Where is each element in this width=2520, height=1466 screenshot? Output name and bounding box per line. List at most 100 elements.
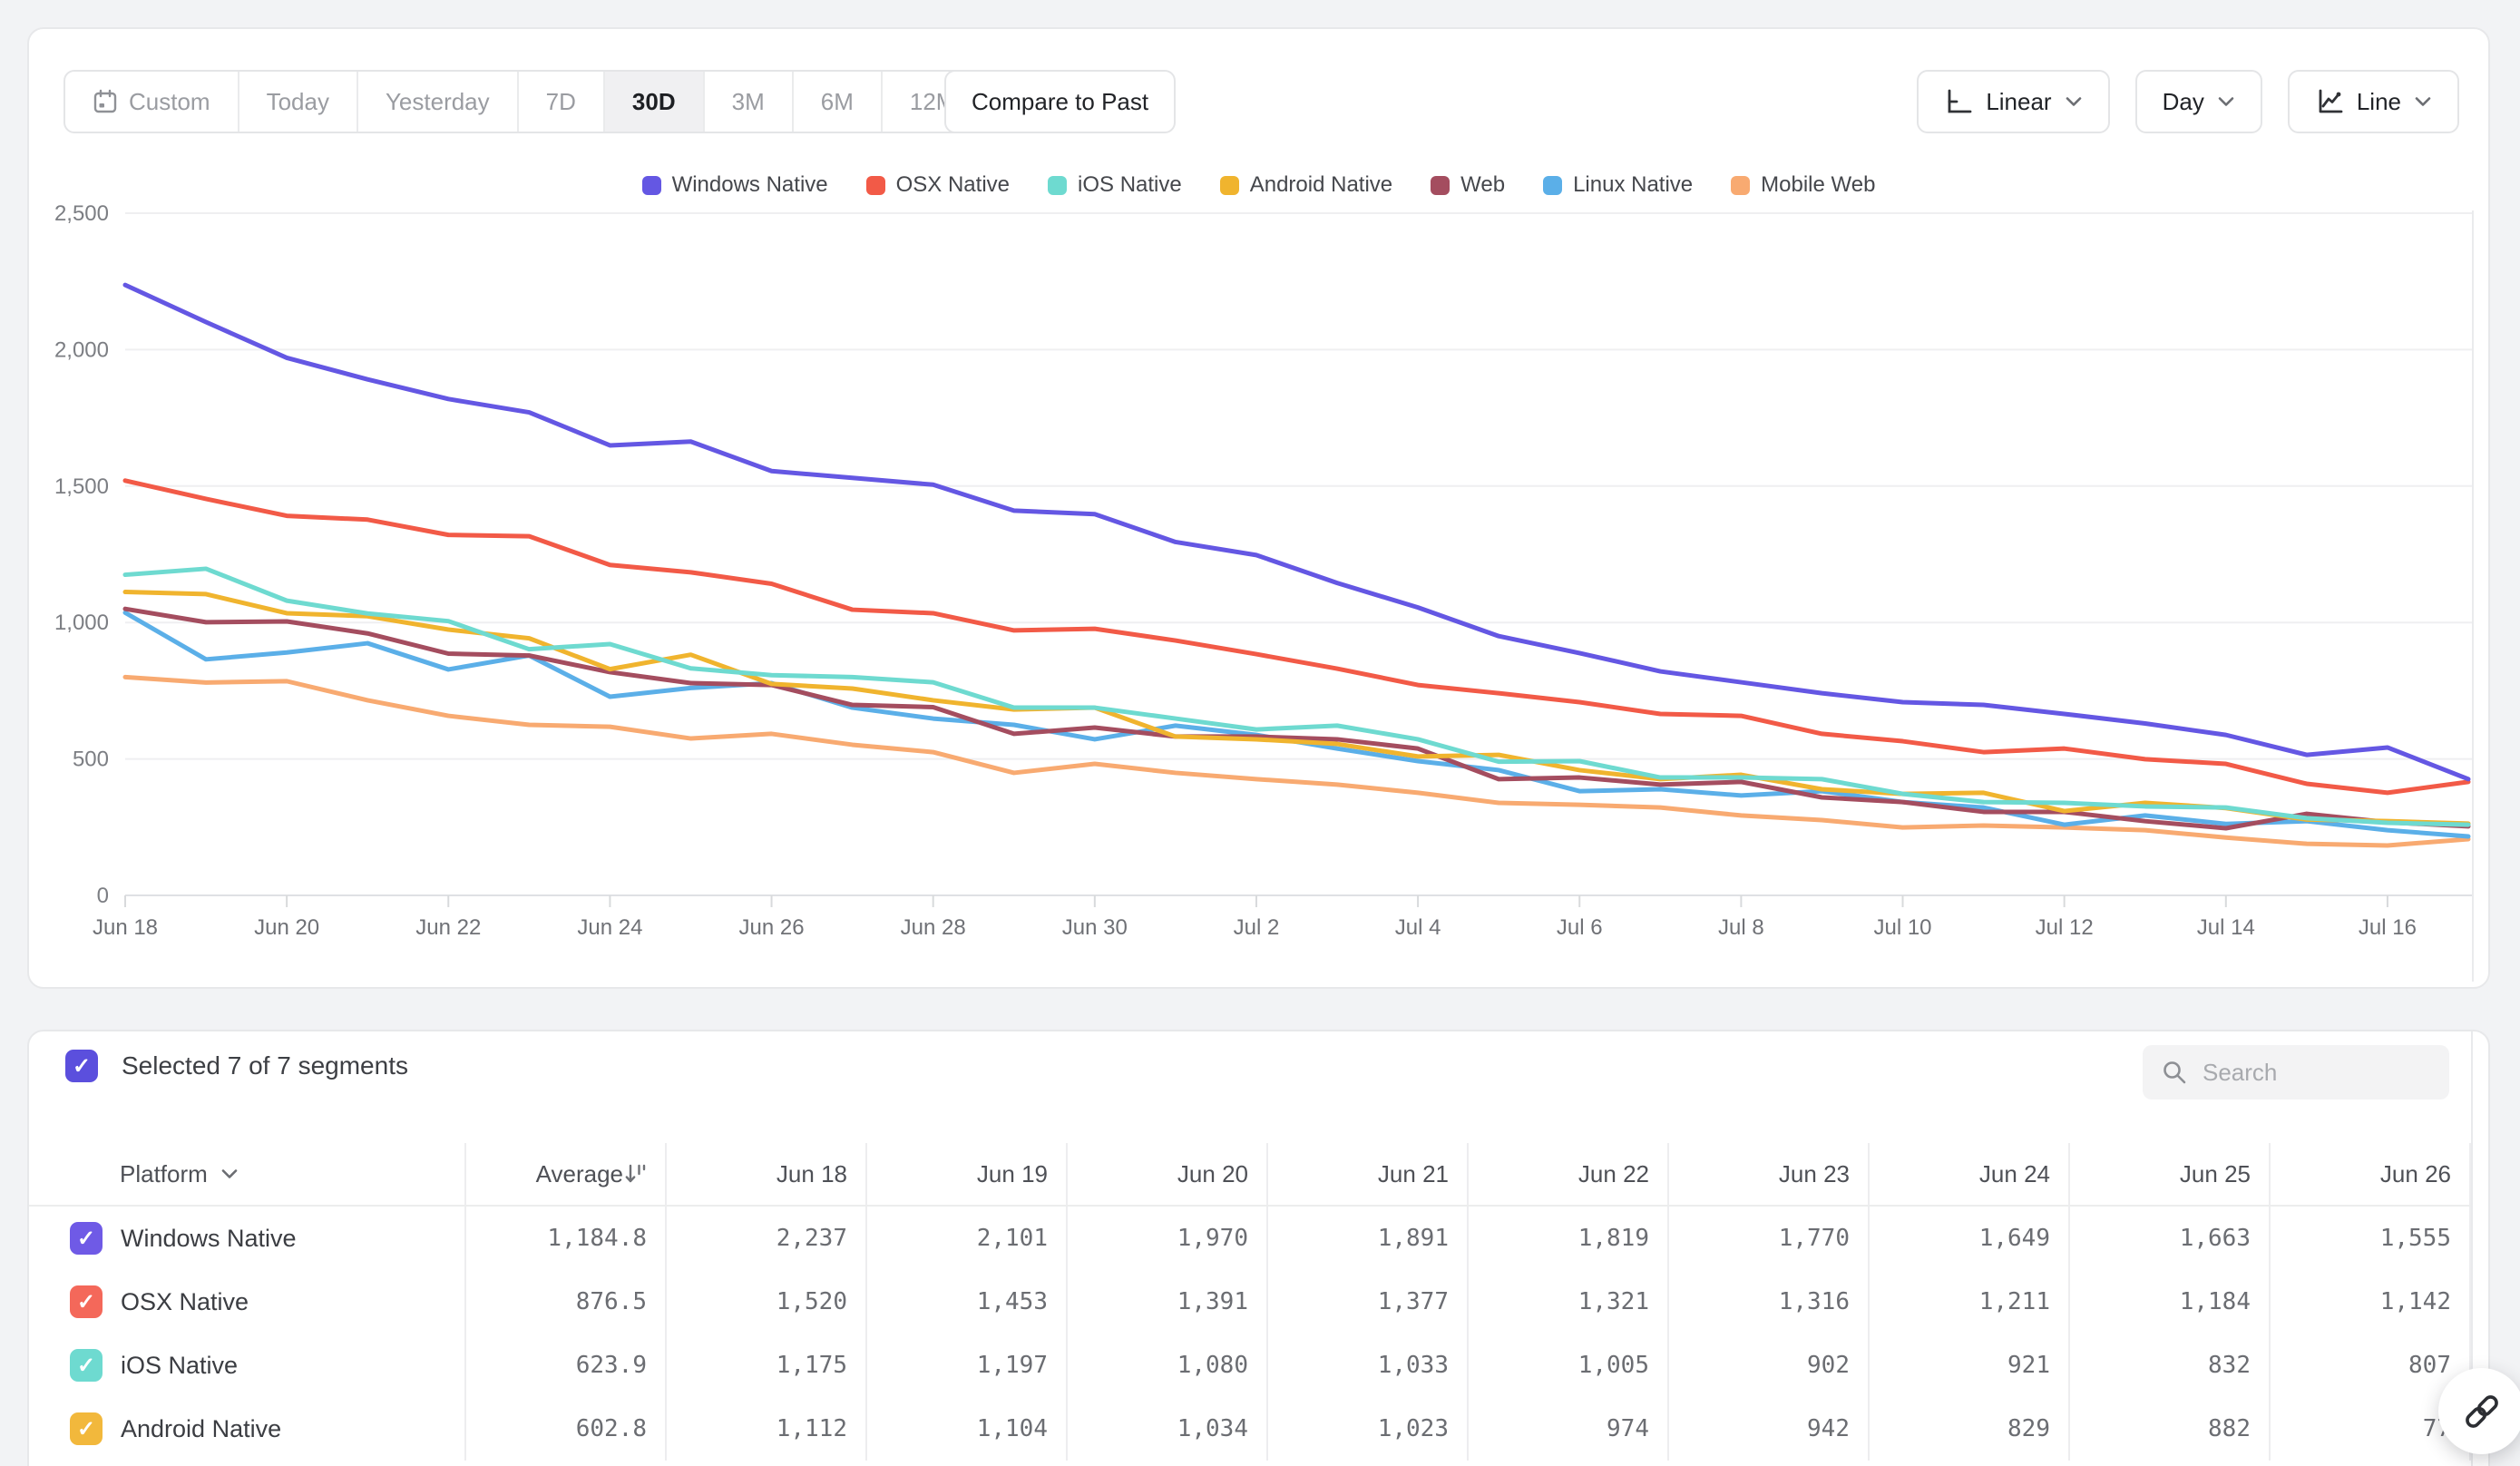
chevron-down-icon: [2217, 96, 2235, 107]
select-all-checkbox[interactable]: ✓: [65, 1050, 98, 1082]
range-button-today[interactable]: Today: [238, 72, 357, 132]
granularity-dropdown[interactable]: Day: [2135, 70, 2262, 133]
cell-value: 1,970: [1177, 1225, 1248, 1252]
column-header-jun-25[interactable]: Jun 25: [2070, 1143, 2271, 1205]
column-header-jun-24[interactable]: Jun 24: [1870, 1143, 2070, 1205]
link-icon: [2461, 1391, 2503, 1432]
range-button-yesterday[interactable]: Yesterday: [357, 72, 517, 132]
range-button-30d[interactable]: 30D: [603, 72, 703, 132]
chart-right-boundary: [2472, 210, 2474, 982]
chart-type-dropdown-label: Line: [2357, 88, 2401, 116]
legend-swatch-icon: [1048, 176, 1067, 195]
row-checkbox-ios-native[interactable]: ✓: [70, 1349, 103, 1382]
platform-cell: ✓ OSX Native: [29, 1270, 466, 1334]
legend-item-android-native[interactable]: Android Native: [1220, 172, 1392, 198]
search-box[interactable]: [2143, 1045, 2449, 1100]
range-button-6m[interactable]: 6M: [792, 72, 881, 132]
compare-to-past-label: Compare to Past: [972, 88, 1148, 116]
column-header-jun-21[interactable]: Jun 21: [1268, 1143, 1469, 1205]
legend-swatch-icon: [642, 176, 661, 195]
granularity-dropdown-label: Day: [2163, 88, 2204, 116]
legend-swatch-icon: [1731, 176, 1750, 195]
value-cell: 1,377: [1268, 1270, 1469, 1334]
legend-swatch-icon: [1220, 176, 1239, 195]
cell-value: 1,391: [1177, 1288, 1248, 1315]
column-header-jun-20[interactable]: Jun 20: [1068, 1143, 1268, 1205]
chart-type-dropdown[interactable]: Line: [2288, 70, 2459, 133]
column-header-label: Jun 20: [1177, 1160, 1248, 1188]
compare-to-past-button[interactable]: Compare to Past: [944, 70, 1176, 133]
column-header-label: Average: [536, 1160, 623, 1188]
value-cell: 974: [1469, 1397, 1669, 1461]
legend-item-web[interactable]: Web: [1431, 172, 1505, 198]
value-cell: 1,023: [1268, 1397, 1469, 1461]
cell-value: 1,891: [1378, 1225, 1449, 1252]
cell-value: 1,005: [1578, 1352, 1649, 1379]
cell-value: 1,142: [2380, 1288, 2451, 1315]
range-button-label: Custom: [129, 88, 210, 116]
legend-label: Android Native: [1250, 172, 1392, 198]
value-cell: 602.8: [466, 1397, 667, 1461]
y-axis-tick-label: 1,500: [54, 474, 109, 499]
cell-value: 1,033: [1378, 1352, 1449, 1379]
line-chart-icon: [2315, 87, 2344, 116]
legend-item-mobile-web[interactable]: Mobile Web: [1731, 172, 1875, 198]
range-button-3m[interactable]: 3M: [703, 72, 792, 132]
value-cell: 876.5: [466, 1270, 667, 1334]
cell-value: 942: [1807, 1415, 1850, 1442]
column-header-label: Jun 26: [2380, 1160, 2451, 1188]
column-header-jun-26[interactable]: Jun 26: [2271, 1143, 2471, 1205]
legend-item-linux-native[interactable]: Linux Native: [1543, 172, 1693, 198]
cell-value: 876.5: [576, 1288, 647, 1315]
legend-item-osx-native[interactable]: OSX Native: [866, 172, 1010, 198]
checkbox-check-icon: ✓: [73, 1053, 91, 1080]
cell-value: 1,211: [1979, 1288, 2050, 1315]
series-line-ios-native: [125, 569, 2468, 825]
series-line-windows-native: [125, 285, 2468, 779]
column-header-platform[interactable]: Platform: [29, 1143, 466, 1205]
column-header-jun-18[interactable]: Jun 18: [667, 1143, 867, 1205]
scale-dropdown-label: Linear: [1986, 88, 2051, 116]
legend-item-ios-native[interactable]: iOS Native: [1048, 172, 1182, 198]
share-link-button[interactable]: [2438, 1368, 2520, 1454]
x-axis-tick-label: Jun 28: [901, 915, 966, 940]
x-axis-tick-label: Jun 30: [1062, 915, 1128, 940]
y-axis-tick-label: 0: [97, 884, 109, 908]
platform-label: Android Native: [121, 1415, 281, 1443]
calendar-icon: [93, 89, 118, 114]
value-cell: 1,184.8: [466, 1207, 667, 1270]
legend-item-windows-native[interactable]: Windows Native: [642, 172, 828, 198]
column-header-jun-22[interactable]: Jun 22: [1469, 1143, 1669, 1205]
value-cell: 942: [1669, 1397, 1870, 1461]
row-checkbox-osx-native[interactable]: ✓: [70, 1285, 103, 1318]
platform-label: Windows Native: [121, 1225, 297, 1253]
cell-value: 1,080: [1177, 1352, 1248, 1379]
value-cell: 1,663: [2070, 1207, 2271, 1270]
selected-summary-label: Selected 7 of 7 segments: [122, 1051, 408, 1080]
row-checkbox-windows-native[interactable]: ✓: [70, 1222, 103, 1255]
series-line-web: [125, 609, 2468, 828]
scale-dropdown[interactable]: Linear: [1917, 70, 2109, 133]
legend-label: Mobile Web: [1761, 172, 1875, 198]
cell-value: 1,377: [1378, 1288, 1449, 1315]
search-input[interactable]: [2203, 1059, 2411, 1087]
range-button-custom[interactable]: Custom: [65, 72, 238, 132]
value-cell: 1,142: [2271, 1270, 2471, 1334]
series-line-osx-native: [125, 481, 2468, 793]
cell-value: 1,112: [777, 1415, 847, 1442]
range-button-7d[interactable]: 7D: [517, 72, 603, 132]
cell-value: 974: [1607, 1415, 1649, 1442]
cell-value: 1,663: [2180, 1225, 2251, 1252]
value-cell: 1,970: [1068, 1207, 1268, 1270]
cell-value: 1,453: [977, 1288, 1048, 1315]
checkbox-check-icon: ✓: [77, 1226, 95, 1252]
value-cell: 1,453: [867, 1270, 1068, 1334]
column-header-jun-19[interactable]: Jun 19: [867, 1143, 1068, 1205]
column-header-average[interactable]: Average: [466, 1143, 667, 1205]
column-header-jun-23[interactable]: Jun 23: [1669, 1143, 1870, 1205]
value-cell: 1,649: [1870, 1207, 2070, 1270]
cell-value: 921: [2007, 1352, 2050, 1379]
legend-label: OSX Native: [896, 172, 1010, 198]
cell-value: 829: [2007, 1415, 2050, 1442]
row-checkbox-android-native[interactable]: ✓: [70, 1412, 103, 1445]
